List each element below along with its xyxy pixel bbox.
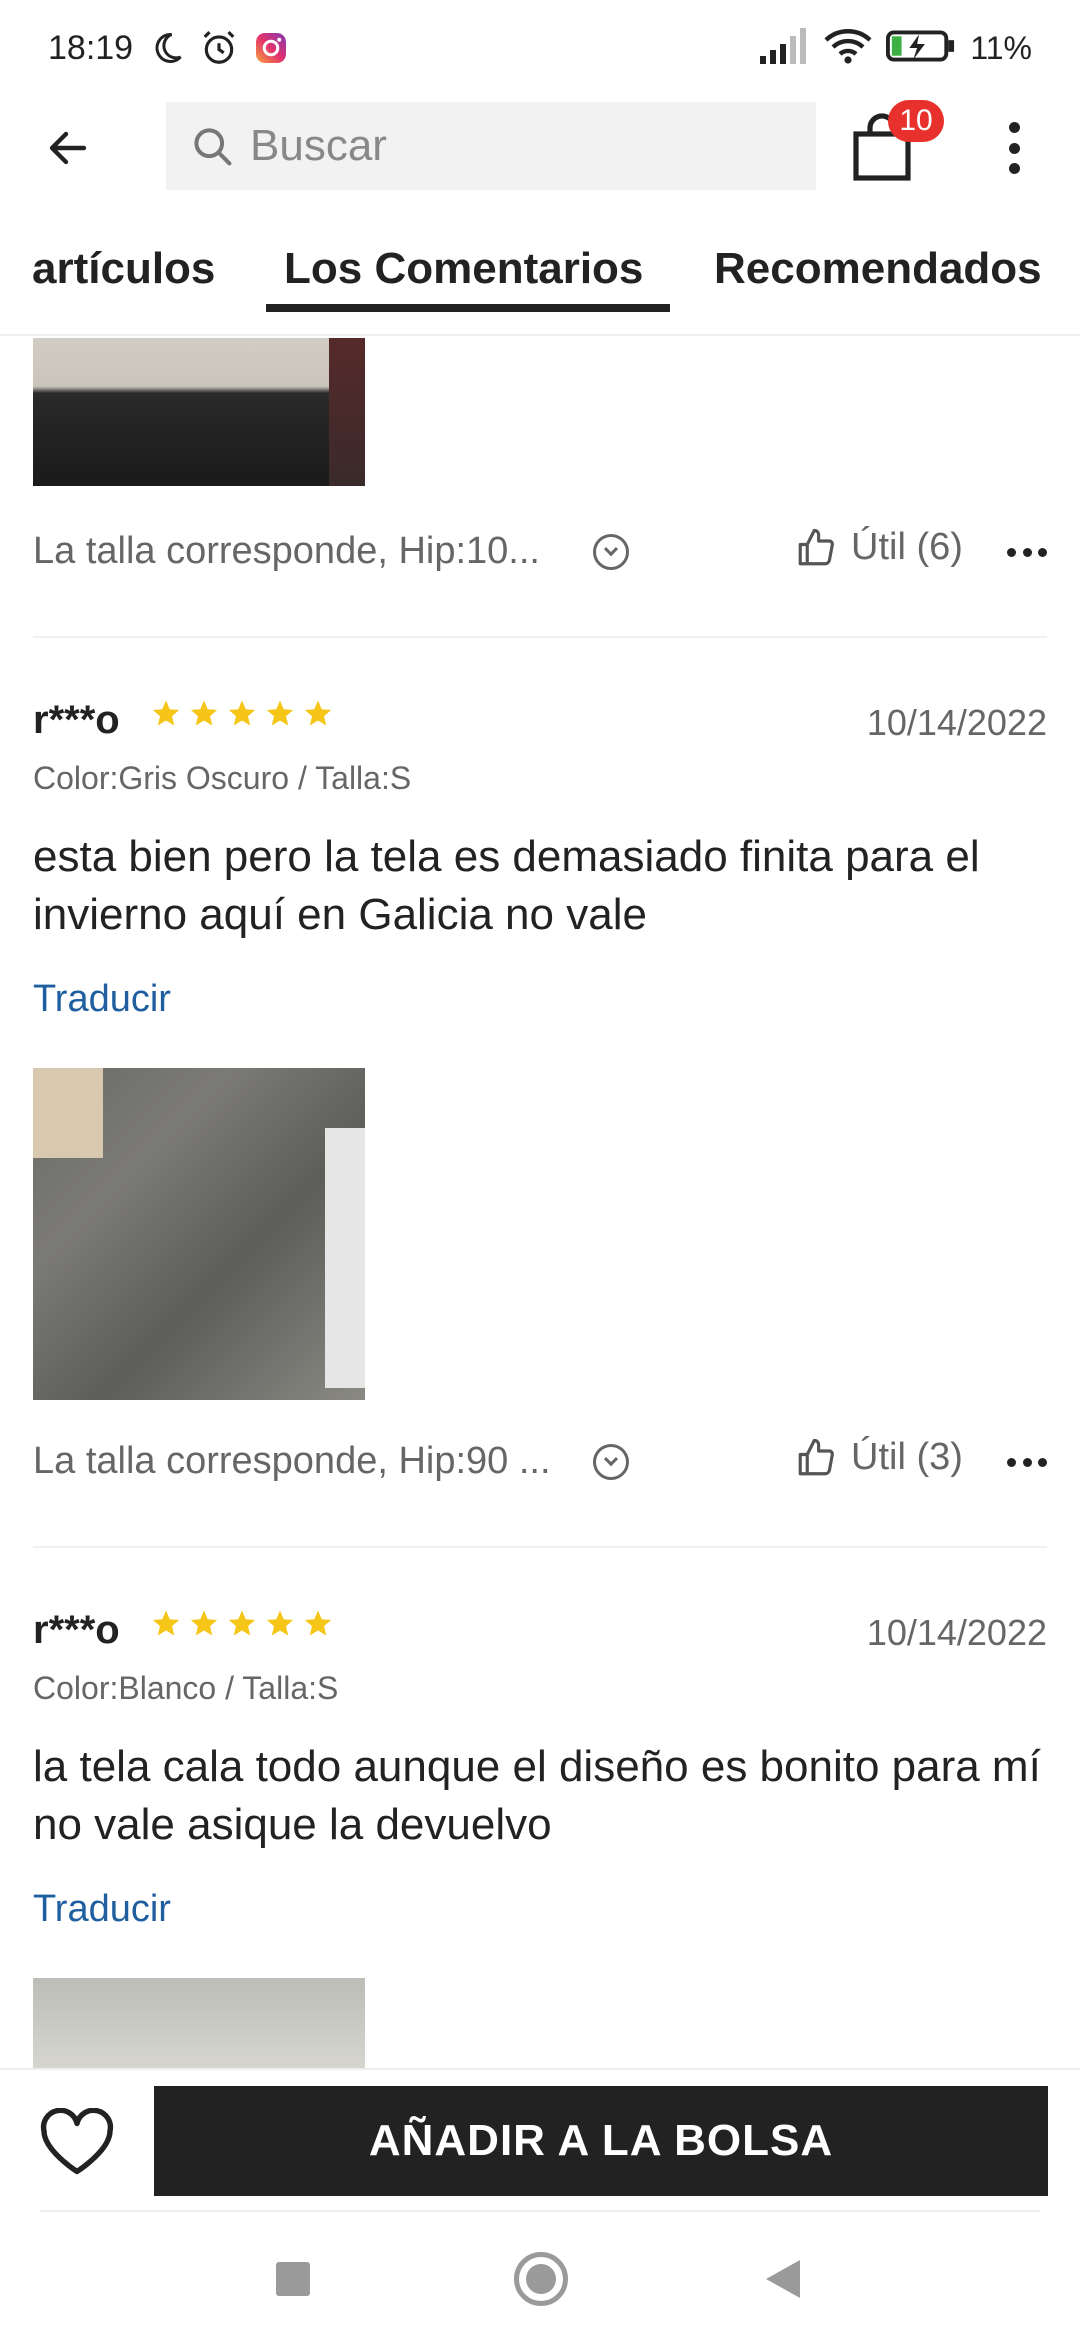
star-icon	[152, 1610, 180, 1636]
size-fit-info: La talla corresponde, Hip:10...	[33, 530, 540, 572]
photo-detail	[325, 1128, 365, 1388]
reviews-list[interactable]: La talla corresponde, Hip:10... Útil (6)…	[0, 338, 1080, 2068]
battery-percent: 11%	[970, 29, 1032, 66]
review-date: 10/14/2022	[866, 1612, 1047, 1653]
helpful-button[interactable]: Útil (3)	[795, 1436, 963, 1479]
dot	[1008, 163, 1020, 174]
back-button[interactable]	[36, 116, 100, 180]
star-icon	[152, 700, 180, 726]
expand-chevron-icon[interactable]	[593, 1444, 629, 1480]
star-rating	[151, 1608, 333, 1638]
divider	[33, 1546, 1047, 1548]
review-photo[interactable]	[33, 338, 365, 486]
review-photo[interactable]	[33, 1068, 365, 1400]
system-nav-bar	[0, 2210, 1080, 2340]
recents-button[interactable]	[276, 2262, 310, 2296]
size-fit-info: La talla corresponde, Hip:90 ...	[33, 1440, 551, 1482]
helpful-button[interactable]: Útil (6)	[795, 526, 963, 569]
heart-icon	[40, 2107, 114, 2175]
star-icon	[304, 1610, 332, 1636]
home-button[interactable]	[514, 2252, 568, 2306]
translate-link[interactable]: Traducir	[33, 978, 171, 1021]
star-icon	[266, 1610, 294, 1636]
translate-link[interactable]: Traducir	[33, 1888, 171, 1931]
active-tab-indicator	[266, 304, 670, 312]
review-date: 10/14/2022	[866, 702, 1047, 743]
review-text: la tela cala todo aunque el diseño es bo…	[33, 1742, 1041, 1849]
wishlist-button[interactable]	[38, 2107, 116, 2178]
review-footer: La talla corresponde, Hip:90 ... Útil (3…	[33, 1434, 1047, 1494]
review-more-button[interactable]	[1007, 548, 1047, 558]
review-photo[interactable]	[33, 1978, 365, 2068]
moon-icon	[147, 28, 187, 68]
search-placeholder: Buscar	[250, 121, 387, 170]
photo-detail	[329, 338, 365, 486]
battery-icon	[886, 28, 956, 69]
system-back-button[interactable]	[766, 2260, 800, 2298]
thumbs-up-icon	[798, 528, 834, 565]
star-icon	[228, 1610, 256, 1636]
section-tabs: artículos Los Comentarios Recomendados	[0, 232, 1080, 336]
search-input[interactable]: Buscar	[166, 102, 816, 190]
tab-comentarios[interactable]: Los Comentarios	[284, 244, 643, 294]
photo-detail	[33, 1068, 103, 1158]
add-to-bag-button[interactable]: AÑADIR A LA BOLSA	[154, 2086, 1048, 2196]
reviewer-name: r***o	[33, 1608, 120, 1652]
search-icon	[194, 128, 232, 166]
star-icon	[190, 700, 218, 726]
dot	[1008, 122, 1020, 133]
review-footer: La talla corresponde, Hip:10... Útil (6)	[33, 524, 1047, 584]
bottom-action-bar: AÑADIR A LA BOLSA	[0, 2068, 1080, 2210]
status-time: 18:19	[48, 28, 134, 67]
instagram-icon	[251, 28, 291, 68]
more-options-button[interactable]	[996, 116, 1032, 180]
dot	[1008, 142, 1020, 154]
star-icon	[266, 700, 294, 726]
status-bar: 18:19 11%	[0, 0, 1080, 96]
cart-count-badge: 10	[888, 100, 944, 142]
wifi-icon	[824, 27, 872, 70]
review-header: r***o 10/14/2022	[33, 694, 1047, 754]
star-icon	[190, 1610, 218, 1636]
helpful-count: Útil (3)	[851, 1436, 963, 1478]
star-icon	[304, 700, 332, 726]
star-icon	[228, 700, 256, 726]
divider	[40, 2210, 1040, 2212]
review-text: esta bien pero la tela es demasiado fini…	[33, 832, 980, 939]
top-app-bar: Buscar 10	[0, 96, 1080, 200]
tab-articulos[interactable]: artículos	[32, 244, 215, 294]
arrow-left-icon	[49, 131, 87, 165]
review-more-button[interactable]	[1007, 1458, 1047, 1468]
thumbs-up-icon	[798, 1438, 834, 1475]
review-variant: Color:Blanco / Talla:S	[33, 1670, 339, 1706]
divider	[33, 636, 1047, 638]
tab-recomendados[interactable]: Recomendados	[714, 244, 1042, 294]
star-rating	[151, 698, 333, 728]
expand-chevron-icon[interactable]	[593, 534, 629, 570]
review-header: r***o 10/14/2022	[33, 1604, 1047, 1664]
reviewer-name: r***o	[33, 698, 120, 742]
alarm-icon	[199, 28, 239, 68]
signal-icon	[758, 27, 810, 69]
helpful-count: Útil (6)	[851, 526, 963, 568]
review-variant: Color:Gris Oscuro / Talla:S	[33, 760, 412, 796]
